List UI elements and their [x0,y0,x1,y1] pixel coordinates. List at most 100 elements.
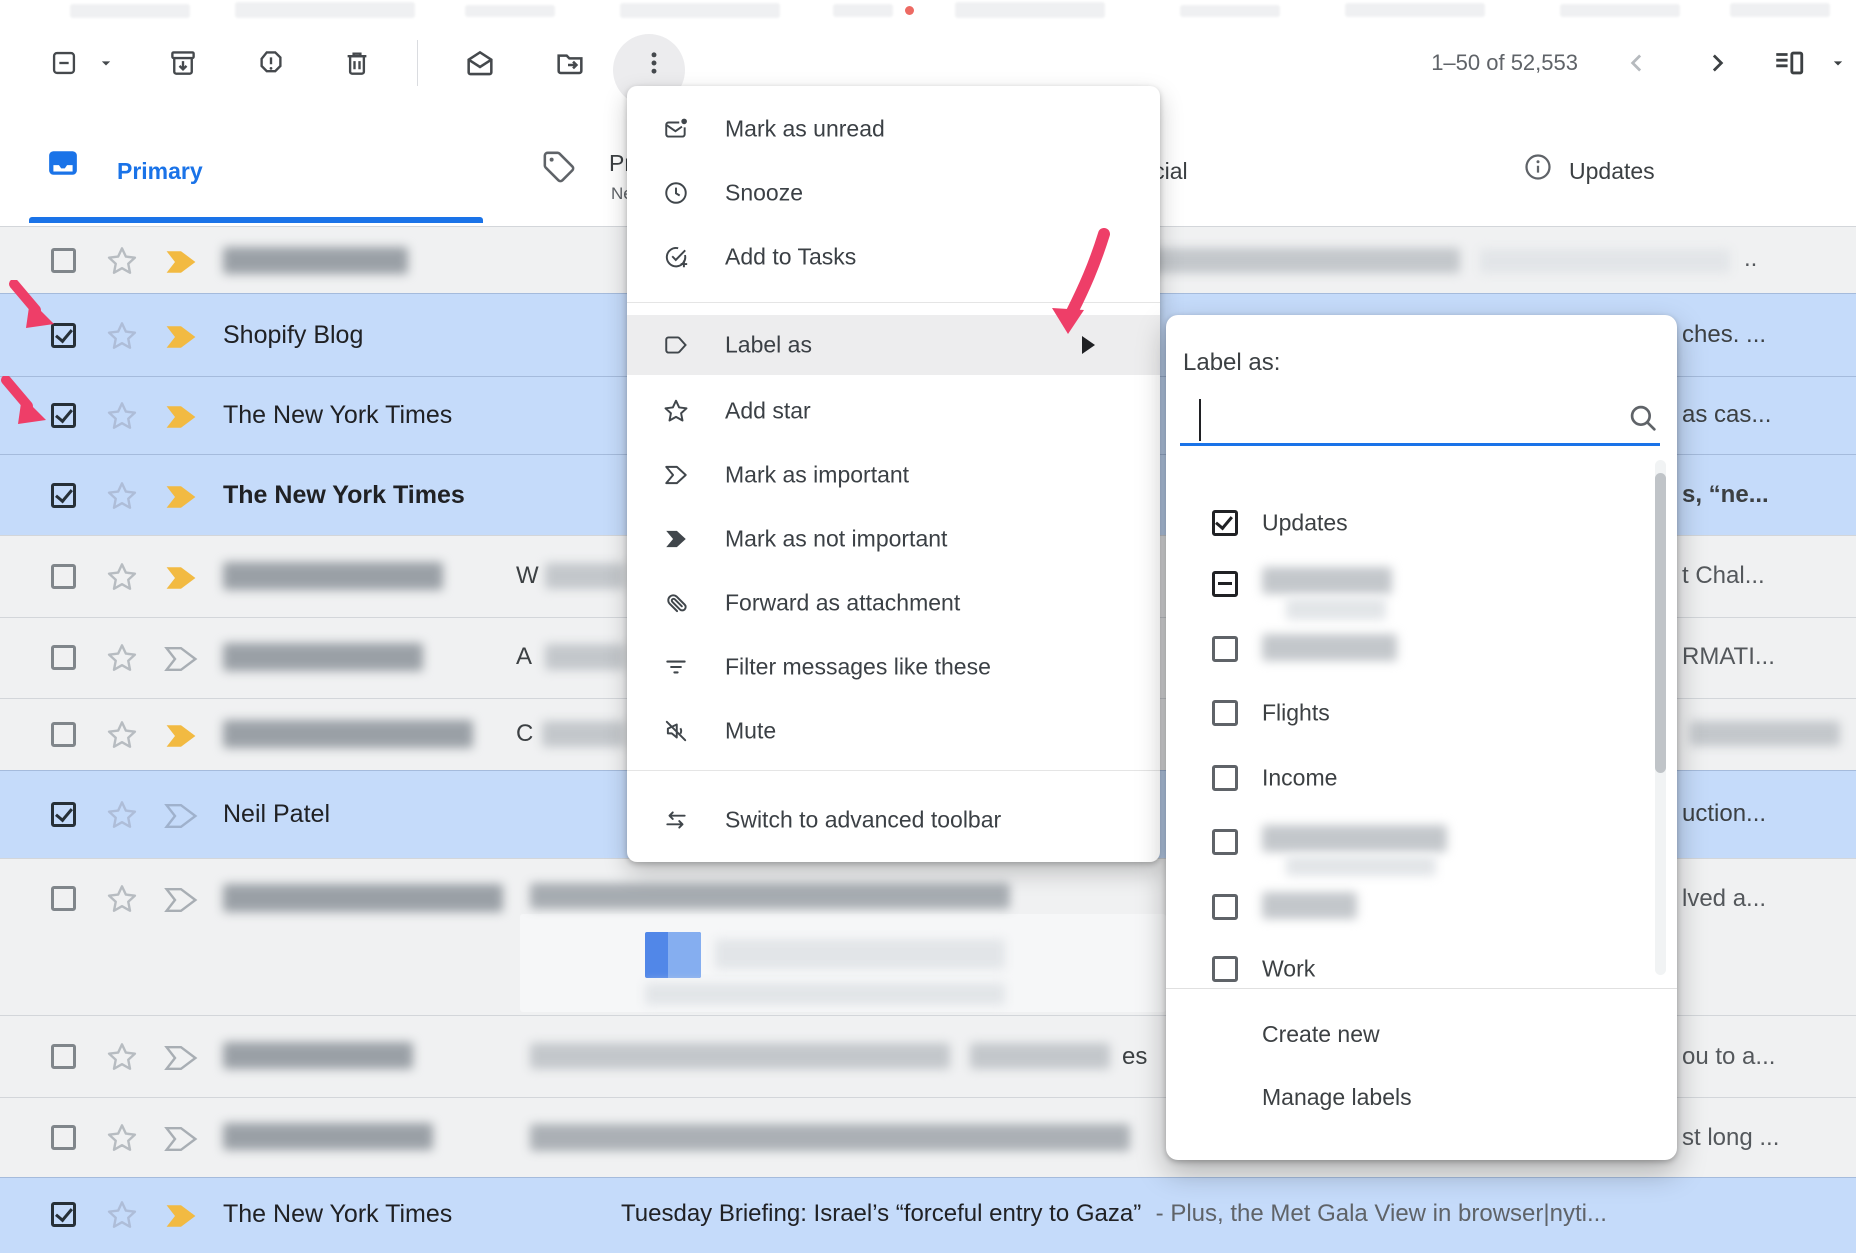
more-options-menu: Mark as unread Snooze Add to Tasks Label… [627,86,1160,862]
label-checkbox[interactable] [1212,894,1238,920]
row-checkbox[interactable] [51,645,76,670]
row-checkbox-checked[interactable] [51,1202,76,1227]
label-checkbox-checked[interactable] [1212,510,1238,536]
menu-item-switch-toolbar[interactable]: Switch to advanced toolbar [627,790,1160,850]
label-checkbox[interactable] [1212,829,1238,855]
star-icon[interactable] [106,320,138,352]
create-new-label-link[interactable]: Create new [1262,1021,1380,1048]
subject-fragment: A [516,643,532,671]
label-option-updates[interactable]: Updates [1166,497,1677,549]
star-icon[interactable] [106,1122,138,1154]
email-snippet: - Plus, the Met Gala View in browser|nyt… [1156,1200,1607,1227]
star-icon[interactable] [106,245,138,277]
tab-primary[interactable]: Primary [117,158,203,185]
select-dropdown-caret-icon[interactable] [96,53,116,73]
label-option-blurred[interactable] [1166,881,1677,933]
label-checkbox[interactable] [1212,700,1238,726]
label-option-blurred[interactable] [1166,558,1677,610]
menu-item-filter-messages[interactable]: Filter messages like these [627,637,1160,697]
row-snippet: as cas... [1682,401,1771,429]
importance-marker-icon[interactable] [164,566,198,590]
label-option-income[interactable]: Income [1166,752,1677,804]
importance-marker-icon[interactable] [164,405,198,429]
toolbar-divider [417,40,418,86]
star-icon[interactable] [106,400,138,432]
importance-marker-icon[interactable] [164,250,198,274]
menu-item-forward-as-attachment[interactable]: Forward as attachment [627,573,1160,633]
label-checkbox[interactable] [1212,956,1238,982]
menu-item-mute[interactable]: Mute [627,701,1160,761]
menu-item-add-star[interactable]: Add star [627,381,1160,441]
split-pane-caret-icon[interactable] [1828,53,1848,73]
subject-fragment: es [1122,1043,1147,1071]
delete-icon[interactable] [342,48,372,78]
pagination-count: 1–50 of 52,553 [1431,50,1578,76]
older-chevron-icon[interactable] [1702,48,1732,78]
importance-marker-icon[interactable] [164,485,198,509]
row-checkbox[interactable] [51,1044,76,1069]
label-checkbox[interactable] [1212,765,1238,791]
row-snippet: lved a... [1682,885,1766,913]
snooze-clock-icon [663,180,689,206]
star-icon[interactable] [106,883,138,915]
archive-icon[interactable] [168,48,198,78]
importance-marker-icon[interactable] [164,325,198,349]
star-icon[interactable] [106,642,138,674]
filter-icon [663,654,689,680]
label-checkbox-indeterminate[interactable] [1212,571,1238,597]
paperclip-icon [663,590,689,616]
panel-scrollbar-thumb[interactable] [1655,473,1666,773]
row-snippet: st long ... [1682,1124,1779,1152]
primary-inbox-icon [47,148,79,178]
menu-item-mark-as-unread[interactable]: Mark as unread [627,99,1160,159]
star-icon[interactable] [106,799,138,831]
importance-marker-outline-icon[interactable] [164,647,198,671]
importance-marker-outline-icon[interactable] [164,1046,198,1070]
tab-updates[interactable]: Updates [1569,158,1655,185]
importance-marker-outline-icon[interactable] [164,804,198,828]
label-search-input[interactable] [1180,395,1624,443]
row-checkbox[interactable] [51,248,76,273]
importance-marker-icon[interactable] [164,724,198,748]
email-row-selected[interactable]: The New York Times Tuesday Briefing: Isr… [0,1177,1856,1253]
sender-name: The New York Times [223,401,452,430]
menu-item-mark-as-not-important[interactable]: Mark as not important [627,509,1160,569]
report-spam-icon[interactable] [256,48,286,78]
star-icon[interactable] [106,1199,138,1231]
star-icon[interactable] [106,719,138,751]
importance-filled-icon [663,526,689,552]
updates-info-icon [1523,152,1553,182]
row-checkbox-checked[interactable] [51,802,76,827]
label-option-blurred[interactable] [1166,623,1677,675]
row-checkbox[interactable] [51,1125,76,1150]
label-option-blurred[interactable] [1166,816,1677,868]
manage-labels-link[interactable]: Manage labels [1262,1084,1412,1111]
more-options-icon[interactable] [640,49,668,77]
move-to-icon[interactable] [554,47,586,79]
label-option-flights[interactable]: Flights [1166,687,1677,739]
annotation-arrow-row3 [0,376,64,440]
importance-marker-outline-icon[interactable] [164,888,198,912]
row-checkbox[interactable] [51,722,76,747]
annotation-arrow-label-as [1040,228,1124,340]
importance-marker-icon[interactable] [164,1204,198,1228]
select-all-checkbox[interactable] [50,49,78,77]
row-checkbox-checked[interactable] [51,483,76,508]
star-icon[interactable] [106,1041,138,1073]
importance-marker-outline-icon[interactable] [164,1127,198,1151]
mark-as-read-icon[interactable] [464,47,496,79]
menu-item-snooze[interactable]: Snooze [627,163,1160,223]
menu-item-mark-as-important[interactable]: Mark as important [627,445,1160,505]
sender-name: Neil Patel [223,800,330,829]
label-search-field[interactable] [1180,395,1660,445]
split-pane-icon[interactable] [1772,46,1806,80]
row-checkbox[interactable] [51,886,76,911]
star-icon[interactable] [106,480,138,512]
menu-divider [627,770,1160,771]
star-icon[interactable] [106,561,138,593]
newer-chevron-icon[interactable] [1622,48,1652,78]
label-checkbox[interactable] [1212,636,1238,662]
row-checkbox[interactable] [51,564,76,589]
mute-icon [663,718,689,744]
search-icon[interactable] [1626,401,1660,435]
